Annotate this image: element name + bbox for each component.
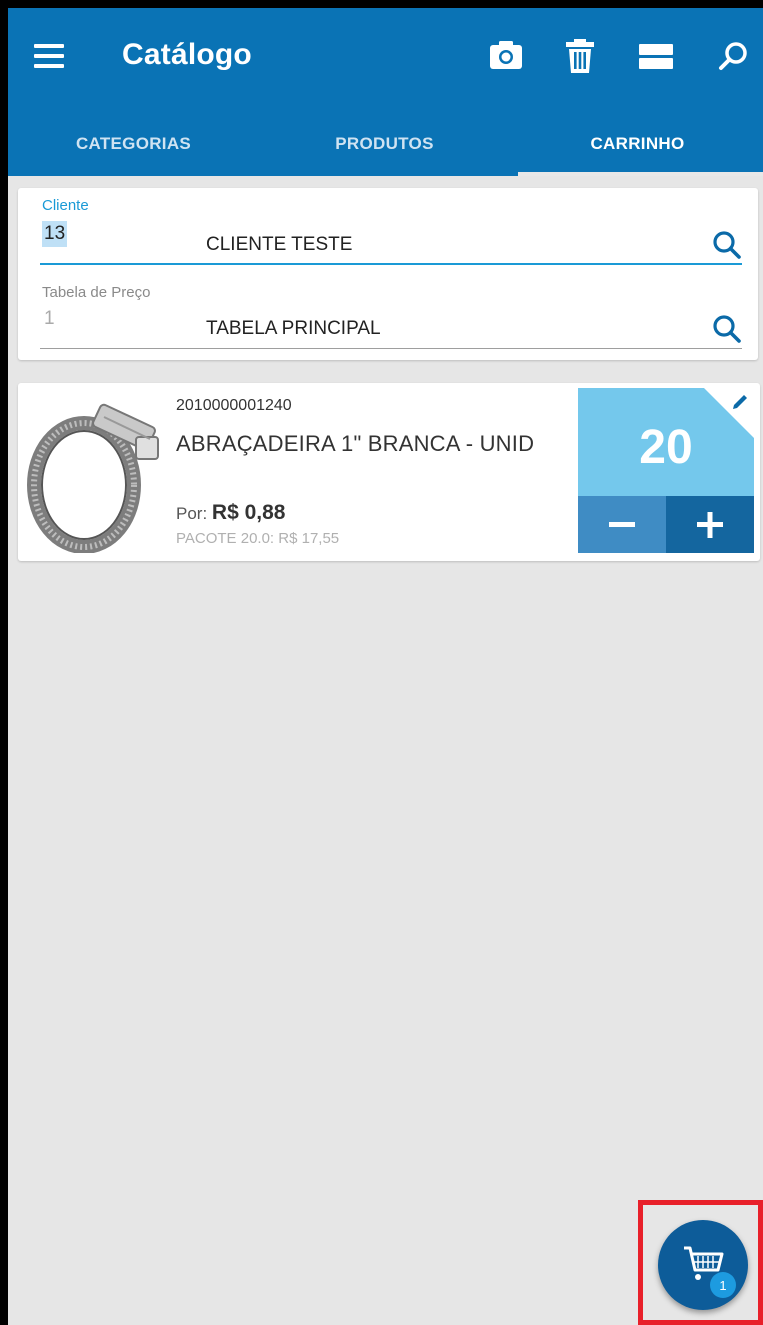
decrease-quantity-button[interactable]	[578, 496, 666, 553]
client-search-icon[interactable]	[710, 228, 744, 262]
tab-produtos[interactable]: PRODUTOS	[259, 112, 510, 176]
price-table-label: Tabela de Preço	[42, 284, 151, 301]
product-price: Por: R$ 0,88	[176, 501, 285, 525]
product-code: 2010000001240	[176, 397, 292, 414]
cart-count-badge: 1	[710, 1272, 736, 1298]
tab-bar: CATEGORIAS PRODUTOS CARRINHO	[8, 112, 763, 176]
client-code-field[interactable]: 13	[42, 221, 68, 247]
increase-quantity-button[interactable]	[666, 496, 754, 553]
price-table-search-icon[interactable]	[710, 312, 744, 346]
tab-indicator	[518, 172, 763, 176]
app-bar: Catálogo CATEGORIAS PRODUTOS CARRINHO	[8, 8, 763, 176]
quantity-display[interactable]: 20	[578, 388, 754, 496]
price-value: R$ 0,88	[211, 501, 286, 524]
tab-carrinho[interactable]: CARRINHO	[512, 112, 763, 176]
plus-icon	[697, 511, 723, 538]
cart-item-card[interactable]: 2010000001240 ABRAÇADEIRA 1" BRANCA - UN…	[18, 383, 760, 561]
product-name: ABRAÇADEIRA 1" BRANCA - UNID	[176, 431, 535, 456]
tab-categorias[interactable]: CATEGORIAS	[8, 112, 259, 176]
toolbar: Catálogo	[8, 8, 763, 112]
camera-icon[interactable]	[486, 36, 526, 76]
view-toggle-icon[interactable]	[636, 36, 676, 76]
client-label: Cliente	[42, 197, 89, 214]
edit-icon[interactable]	[728, 390, 752, 414]
client-card: Cliente 13 CLIENTE TESTE Tabela de Preço…	[18, 188, 758, 360]
cart-fab-button[interactable]: 1	[658, 1220, 748, 1310]
price-table-name: TABELA PRINCIPAL	[206, 318, 381, 339]
price-table-underline	[40, 348, 742, 349]
menu-icon[interactable]	[34, 44, 64, 68]
price-prefix: Por:	[176, 504, 208, 523]
package-price: PACOTE 20.0: R$ 17,55	[176, 530, 340, 547]
screen: Catálogo CATEGORIAS PRODUTOS CARRINHO Cl…	[8, 8, 763, 1325]
client-name: CLIENTE TESTE	[206, 234, 353, 255]
price-table-code-field[interactable]: 1	[44, 308, 55, 330]
search-icon[interactable]	[714, 36, 754, 76]
trash-icon[interactable]	[560, 36, 600, 76]
minus-icon	[609, 521, 635, 527]
client-field-underline	[40, 263, 742, 265]
page-title: Catálogo	[122, 38, 252, 71]
product-image	[27, 403, 159, 553]
